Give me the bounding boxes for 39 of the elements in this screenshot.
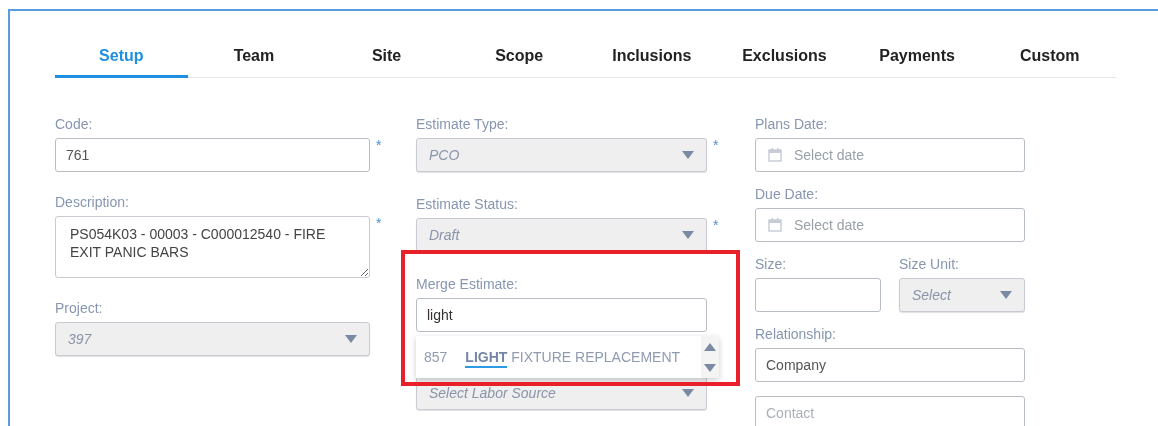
- field-label: Merge Estimate:: [416, 276, 519, 292]
- calendar-icon: [768, 148, 782, 162]
- scrollbar[interactable]: [701, 336, 719, 378]
- search-field[interactable]: light: [416, 298, 707, 332]
- tab[interactable]: Team: [187, 43, 321, 78]
- tab[interactable]: Payments: [850, 43, 984, 78]
- caret-down-icon: [704, 363, 716, 372]
- tab[interactable]: Site: [320, 43, 453, 78]
- text-area[interactable]: PS054K03 - 00003 - C000012540 - FIRE EXIT PANIC BARS: [55, 216, 370, 278]
- text-field[interactable]: 761: [55, 138, 370, 172]
- field-label: Code:: [55, 116, 94, 132]
- tab[interactable]: Scope: [452, 43, 586, 78]
- tab[interactable]: Exclusions: [718, 43, 851, 78]
- field-label: Size:: [755, 256, 788, 272]
- text-field[interactable]: Contact: [755, 396, 1025, 426]
- field-label: Description:: [55, 194, 130, 210]
- required-asterisk: *: [376, 216, 382, 230]
- tab[interactable]: Inclusions: [585, 43, 719, 78]
- required-asterisk: *: [713, 218, 719, 232]
- field-label: Estimate Status:: [416, 196, 519, 212]
- caret-up-icon: [704, 342, 716, 351]
- field-label: Estimate Type:: [416, 116, 510, 132]
- caret-down-icon: [345, 335, 357, 343]
- field-label: Due Date:: [755, 186, 820, 202]
- required-asterisk: *: [713, 138, 719, 152]
- field-label: Project:: [55, 300, 104, 316]
- caret-down-icon: [682, 389, 694, 397]
- field-label: Size Unit:: [899, 256, 960, 272]
- field-label: Relationship:: [755, 326, 837, 342]
- suggestion-text[interactable]: LIGHT FIXTURE REPLACEMENT: [465, 349, 681, 365]
- text-field[interactable]: [755, 278, 881, 312]
- required-asterisk: *: [376, 138, 382, 152]
- caret-down-icon: [1000, 291, 1012, 299]
- calendar-icon: [768, 218, 782, 232]
- field-label: Plans Date:: [755, 116, 829, 132]
- text-field[interactable]: Company: [755, 348, 1025, 382]
- caret-down-icon: [682, 231, 694, 239]
- tab[interactable]: Custom: [983, 43, 1116, 78]
- caret-down-icon: [682, 151, 694, 159]
